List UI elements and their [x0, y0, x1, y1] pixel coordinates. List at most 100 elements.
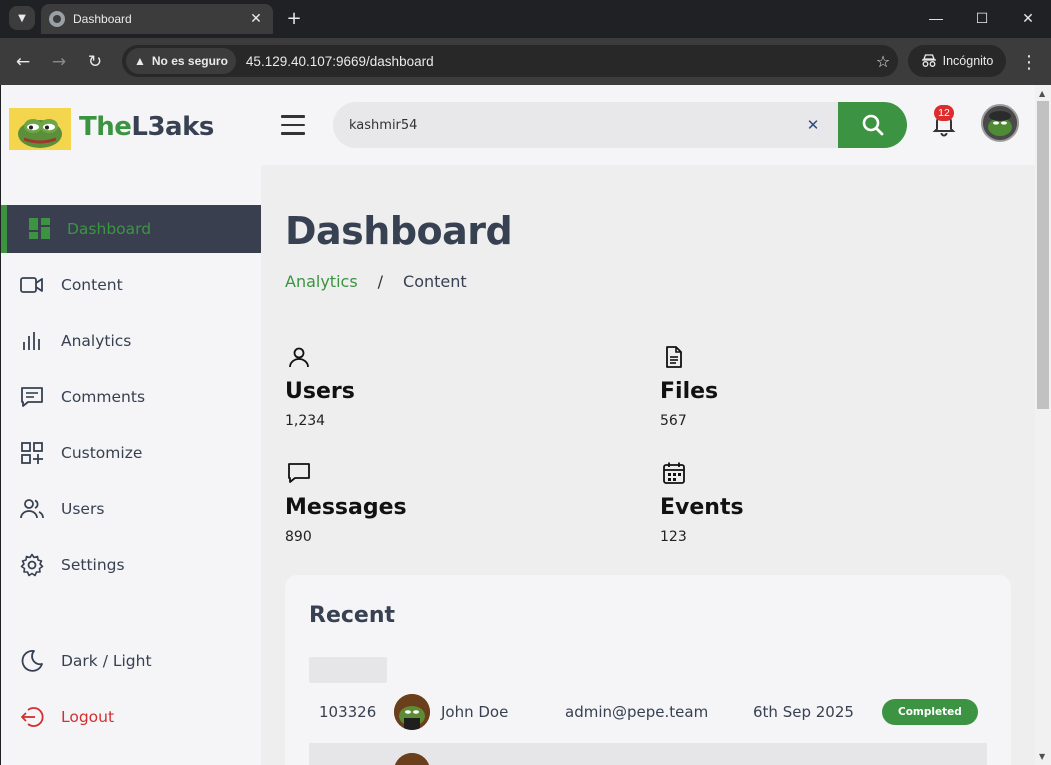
row-date: 6th Sep 2025	[753, 703, 854, 721]
logout-label: Logout	[61, 708, 115, 726]
video-icon	[19, 272, 45, 298]
minimize-icon[interactable]: —	[913, 4, 959, 32]
incognito-label: Incógnito	[942, 54, 994, 68]
more-vert-icon[interactable]: ⋮	[1018, 48, 1040, 76]
back-icon[interactable]: ←	[9, 48, 37, 76]
stat-value: 890	[285, 529, 312, 545]
stat-title: Users	[285, 379, 355, 404]
sidebar-item-comments[interactable]: Comments	[1, 373, 261, 421]
breadcrumb-separator: /	[377, 272, 384, 291]
row-email: admin@pepe.team	[565, 703, 709, 721]
profile-avatar[interactable]	[981, 104, 1019, 142]
search-input[interactable]	[349, 102, 789, 148]
close-icon[interactable]: ✕	[247, 11, 265, 27]
sidebar-item-label: Comments	[61, 388, 146, 406]
tab-title: Dashboard	[73, 12, 132, 26]
dashboard-icon	[27, 216, 53, 242]
incognito-icon	[921, 54, 936, 67]
scrollbar-thumb[interactable]	[1037, 101, 1049, 409]
main-content: Dashboard Analytics / Content Users 1,23…	[261, 165, 1035, 765]
stat-users: Users 1,234	[285, 345, 585, 445]
reload-icon[interactable]: ↻	[81, 48, 109, 76]
recent-title: Recent	[309, 603, 396, 628]
sidebar-item-label: Analytics	[61, 332, 132, 350]
file-icon	[666, 346, 682, 368]
tab-search-icon[interactable]: ▼	[9, 6, 35, 30]
sidebar-item-settings[interactable]: Settings	[1, 541, 261, 589]
address-bar[interactable]: ▲ No es seguro 45.129.40.107:9669/dashbo…	[122, 45, 898, 77]
recent-card: Recent 103326 John Doe admin@pepe.team 6…	[285, 575, 1011, 765]
calendar-icon	[663, 462, 685, 484]
page-viewport: TheL3aks ✕ 12	[1, 85, 1035, 765]
moon-icon	[19, 648, 45, 674]
sidebar: Dashboard Content Analytics Comments Cus…	[1, 165, 261, 765]
sidebar-item-dashboard[interactable]: Dashboard	[1, 205, 261, 253]
table-row[interactable]	[309, 743, 987, 765]
page-title: Dashboard	[285, 209, 513, 253]
avatar	[394, 753, 430, 765]
avatar	[394, 694, 430, 730]
logo-image[interactable]	[9, 108, 71, 150]
stat-title: Events	[660, 495, 744, 520]
clear-icon[interactable]: ✕	[803, 115, 823, 135]
incognito-chip[interactable]: Incógnito	[908, 45, 1006, 77]
logout-icon	[19, 704, 45, 730]
stat-value: 567	[660, 413, 687, 429]
grid-plus-icon	[19, 440, 45, 466]
stat-title: Files	[660, 379, 719, 404]
page-scrollbar[interactable]: ▲ ▼	[1035, 85, 1051, 765]
security-chip[interactable]: ▲ No es seguro	[126, 48, 236, 74]
brand-name[interactable]: TheL3aks	[79, 112, 214, 142]
forward-icon[interactable]: →	[45, 48, 73, 76]
breadcrumb-link-analytics[interactable]: Analytics	[285, 272, 358, 291]
close-window-icon[interactable]: ✕	[1005, 4, 1051, 32]
logout-button[interactable]: Logout	[1, 693, 261, 741]
globe-icon	[49, 11, 65, 27]
sidebar-item-customize[interactable]: Customize	[1, 429, 261, 477]
user-icon	[289, 347, 309, 368]
star-icon[interactable]: ☆	[868, 52, 898, 71]
scroll-up-icon[interactable]: ▲	[1039, 89, 1045, 98]
users-icon	[19, 496, 45, 522]
bar-chart-icon	[19, 328, 45, 354]
maximize-icon[interactable]: ☐	[959, 4, 1005, 32]
app-header: TheL3aks ✕ 12	[1, 85, 1035, 165]
search-button[interactable]	[838, 102, 907, 148]
breadcrumb: Analytics / Content	[285, 272, 467, 291]
scroll-down-icon[interactable]: ▼	[1039, 752, 1045, 761]
notification-badge: 12	[934, 105, 954, 121]
search-icon	[862, 114, 883, 136]
stat-value: 1,234	[285, 413, 326, 429]
sidebar-item-label: Content	[61, 276, 123, 294]
browser-tab[interactable]: Dashboard ✕	[41, 4, 273, 34]
stat-events: Events 123	[660, 461, 960, 561]
url-text[interactable]: 45.129.40.107:9669/dashboard	[246, 54, 868, 69]
plus-icon[interactable]: +	[283, 6, 305, 30]
sidebar-item-label: Dashboard	[67, 220, 152, 238]
theme-toggle-label: Dark / Light	[61, 652, 152, 670]
sidebar-item-label: Settings	[61, 556, 125, 574]
breadcrumb-current: Content	[403, 272, 467, 291]
stat-value: 123	[660, 529, 687, 545]
table-row[interactable]: 103326 John Doe admin@pepe.team 6th Sep …	[309, 689, 987, 735]
status-badge: Completed	[882, 699, 978, 725]
theme-toggle[interactable]: Dark / Light	[1, 637, 261, 685]
row-id: 103326	[319, 703, 377, 721]
browser-toolbar: ← → ↻ ▲ No es seguro 45.129.40.107:9669/…	[0, 38, 1051, 85]
security-label: No es seguro	[151, 54, 228, 68]
sidebar-item-users[interactable]: Users	[1, 485, 261, 533]
sidebar-item-label: Users	[61, 500, 105, 518]
stat-title: Messages	[285, 495, 407, 520]
warning-icon: ▲	[134, 54, 146, 68]
message-icon	[288, 463, 310, 483]
search-bar: ✕	[333, 102, 907, 148]
menu-toggle-icon[interactable]	[281, 115, 305, 135]
stat-messages: Messages 890	[285, 461, 585, 561]
row-name: John Doe	[441, 703, 509, 721]
sidebar-item-label: Customize	[61, 444, 143, 462]
browser-tabstrip: ▼ Dashboard ✕ + — ☐ ✕	[0, 0, 1051, 38]
sidebar-item-content[interactable]: Content	[1, 261, 261, 309]
sidebar-item-analytics[interactable]: Analytics	[1, 317, 261, 365]
gear-icon	[19, 552, 45, 578]
stat-files: Files 567	[660, 345, 960, 445]
